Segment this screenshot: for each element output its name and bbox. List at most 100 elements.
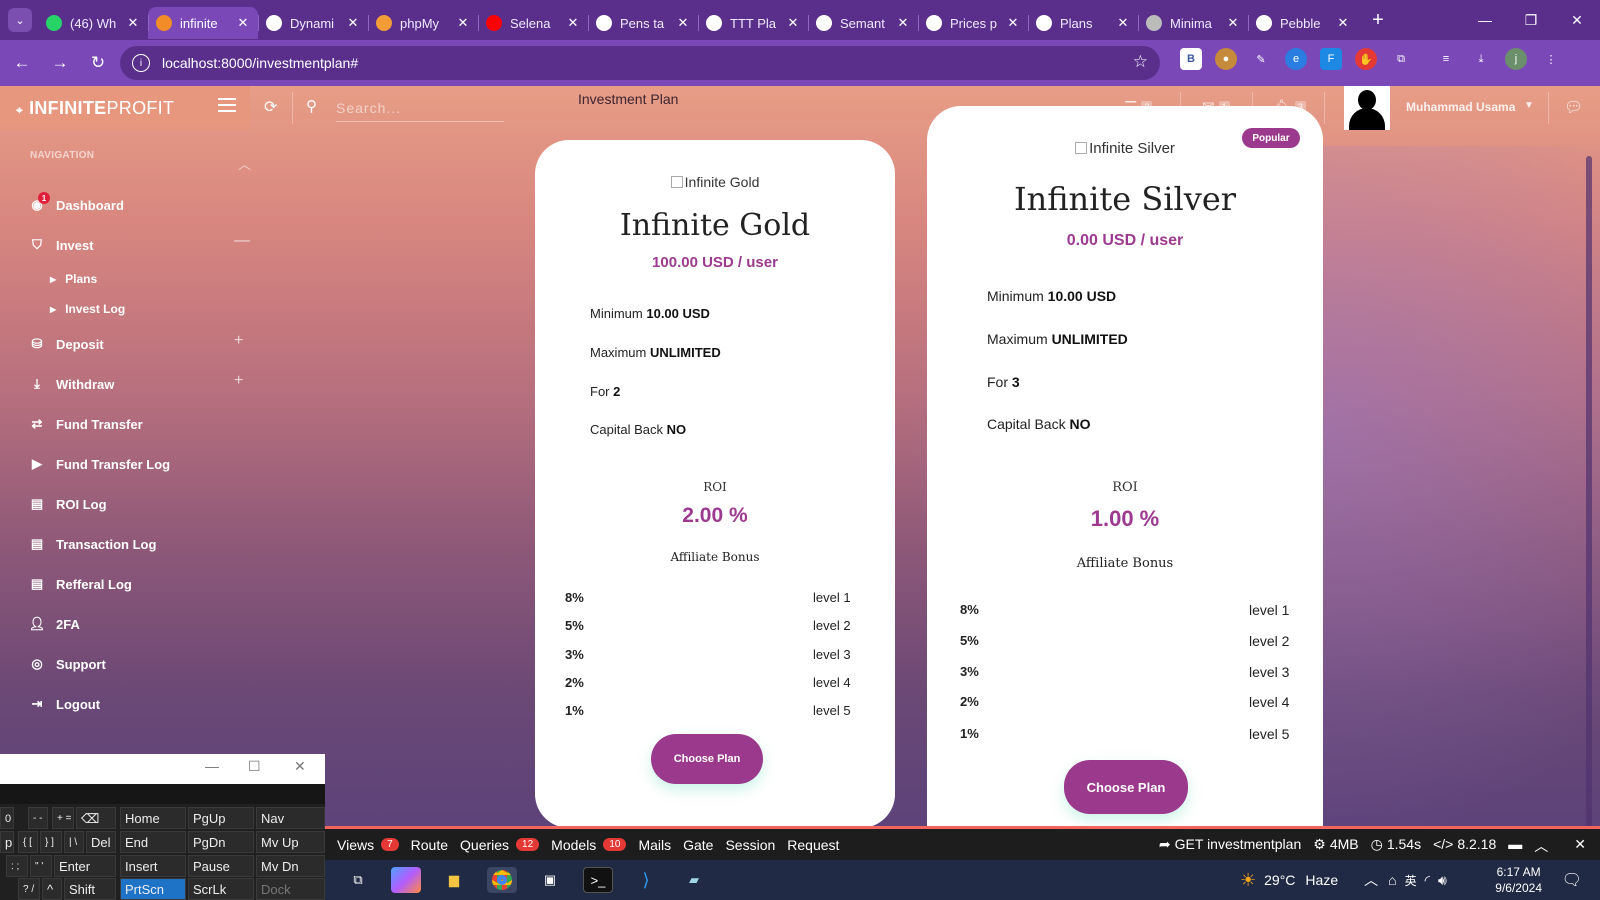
tab-close-icon[interactable]: ✕	[1226, 15, 1240, 31]
font-extension-icon[interactable]: F	[1320, 48, 1342, 70]
extension-b-icon[interactable]: B	[1180, 48, 1202, 70]
debug-request[interactable]: GET investmentplan	[1175, 836, 1302, 856]
tab-close-icon[interactable]: ✕	[346, 15, 360, 31]
weather-desc[interactable]: Haze	[1305, 872, 1338, 888]
extensions-puzzle-icon[interactable]: ⧉	[1390, 48, 1412, 70]
weather-temp[interactable]: 29°C	[1264, 872, 1295, 888]
sidebar-item-fund-transfer[interactable]: ⇄ Fund Transfer	[28, 413, 143, 435]
weather-icon[interactable]: ☀	[1240, 870, 1256, 891]
expand-plus-icon[interactable]: +	[234, 332, 243, 350]
choose-plan-button[interactable]: Choose Plan	[651, 734, 763, 784]
chrome-icon[interactable]	[487, 867, 517, 893]
browser-tab[interactable]: Plans ✕	[1028, 7, 1138, 39]
tab-close-icon[interactable]: ✕	[676, 15, 690, 31]
cookie-extension-icon[interactable]: ●	[1215, 48, 1237, 70]
key-nav[interactable]: Nav	[256, 807, 325, 829]
tab-close-icon[interactable]: ✕	[1336, 15, 1350, 31]
key-move-down[interactable]: Mv Dn	[256, 855, 325, 877]
refresh-icon[interactable]: ⟳	[264, 97, 277, 117]
restore-button[interactable]: ❐	[1508, 0, 1554, 40]
key-pgdn[interactable]: PgDn	[188, 831, 254, 853]
chevron-up-icon[interactable]: ︿	[1534, 836, 1548, 856]
sidebar-item-deposit[interactable]: ⛁ Deposit	[28, 333, 104, 355]
key-del[interactable]: Del	[86, 831, 116, 853]
chat-icon[interactable]: 💬︎	[1564, 98, 1583, 116]
search-input[interactable]	[336, 94, 504, 122]
browser-tab[interactable]: TTT Pla ✕	[698, 7, 808, 39]
debugbar-tab-models[interactable]: Models 10	[551, 837, 627, 853]
tab-close-icon[interactable]: ✕	[1006, 15, 1020, 31]
close-window-button[interactable]: ✕	[1554, 0, 1600, 40]
downloads-icon[interactable]: ⤓	[1470, 48, 1492, 70]
sidebar-item-fund-transfer-log[interactable]: ▶ Fund Transfer Log	[28, 453, 170, 475]
debugbar-tab-route[interactable]: Route	[411, 837, 448, 853]
notepad-icon[interactable]: ▰	[679, 867, 709, 893]
stop-extension-icon[interactable]: ✋	[1355, 48, 1377, 70]
minimize-button[interactable]: —	[1462, 0, 1508, 40]
browser-tab[interactable]: Pebble ✕	[1248, 7, 1358, 39]
key-enter[interactable]: Enter	[54, 855, 116, 877]
camera-icon[interactable]: ⌂	[1388, 872, 1396, 888]
key-minus[interactable]: - -	[28, 807, 48, 829]
bookmark-star-icon[interactable]: ☆	[1133, 52, 1148, 72]
key-dock[interactable]: Dock	[256, 878, 325, 900]
key-prtscn[interactable]: PrtScn	[120, 878, 186, 900]
taskbar-clock[interactable]: 6:17 AM 9/6/2024	[1495, 864, 1542, 896]
browser-tab[interactable]: Selena ✕	[478, 7, 588, 39]
sidebar-item-logout[interactable]: ⇥ Logout	[28, 693, 101, 715]
tab-close-icon[interactable]: ✕	[1116, 15, 1130, 31]
key-arrow-up[interactable]: ^	[42, 878, 62, 900]
browser-tab[interactable]: infinite ✕	[148, 7, 258, 39]
file-explorer-icon[interactable]: ▆	[439, 867, 469, 893]
key-move-up[interactable]: Mv Up	[256, 831, 325, 853]
tab-close-icon[interactable]: ✕	[456, 15, 470, 31]
debugbar-tab-mails[interactable]: Mails	[638, 837, 671, 853]
tray-overflow-chevron-icon[interactable]: ︿	[1364, 870, 1378, 890]
key-bracket-right[interactable]: } ]	[40, 831, 62, 853]
tab-close-icon[interactable]: ✕	[566, 15, 580, 31]
edge-extension-icon[interactable]: e	[1285, 48, 1307, 70]
key-bracket-left[interactable]: { [	[18, 831, 38, 853]
reload-button[interactable]: ↻	[82, 47, 114, 79]
debugbar-tab-views[interactable]: Views 7	[337, 837, 399, 853]
debugbar-close-icon[interactable]: ✕	[1574, 836, 1586, 856]
copilot-icon[interactable]	[391, 867, 421, 893]
alerts-indicator[interactable]: 🔔︎ 3	[1272, 98, 1307, 116]
browser-tab[interactable]: Prices p ✕	[918, 7, 1028, 39]
key-insert[interactable]: Insert	[120, 855, 186, 877]
tab-close-icon[interactable]: ✕	[896, 15, 910, 31]
browser-tab[interactable]: Minima ✕	[1138, 7, 1248, 39]
volume-icon[interactable]: 🔊︎	[1438, 872, 1447, 889]
keyboard-maximize-button[interactable]: ☐	[248, 758, 261, 775]
menu-toggle-icon[interactable]	[218, 98, 236, 112]
key-semicolon[interactable]: : ;	[6, 855, 28, 877]
key-pause[interactable]: Pause	[188, 855, 254, 877]
browser-tab[interactable]: (46) Wh ✕	[38, 7, 148, 39]
key-quote[interactable]: " '	[30, 855, 52, 877]
sidebar-item-transaction-log[interactable]: ▤ Transaction Log	[28, 533, 157, 555]
brand-logo[interactable]: ⌖ INFINITEPROFIT	[16, 98, 174, 119]
sidebar-subitem-plans[interactable]: ▶ Plans	[50, 272, 97, 286]
debugbar-tab-gate[interactable]: Gate	[683, 837, 713, 853]
debugbar-tab-session[interactable]: Session	[725, 837, 775, 853]
browser-tab[interactable]: Semant ✕	[808, 7, 918, 39]
browser-tab[interactable]: Pens ta ✕	[588, 7, 698, 39]
folder-icon[interactable]: ▬	[1508, 836, 1522, 856]
browser-tab[interactable]: phpMy ✕	[368, 7, 478, 39]
mail-indicator[interactable]: ✉ 1	[1202, 98, 1230, 116]
wifi-icon[interactable]: ◜	[1425, 872, 1430, 889]
sidebar-item-refferal-log[interactable]: ▤ Refferal Log	[28, 573, 132, 595]
tab-close-icon[interactable]: ✕	[786, 15, 800, 31]
page-scrollbar[interactable]	[1586, 156, 1592, 846]
url-text[interactable]: localhost:8000/investmentplan#	[162, 55, 358, 71]
key-end[interactable]: End	[120, 831, 186, 853]
user-name[interactable]: Muhammad Usama	[1406, 100, 1515, 114]
tasks-indicator[interactable]: ☰ 2	[1124, 98, 1153, 116]
new-tab-button[interactable]: +	[1366, 9, 1390, 32]
terminal-icon[interactable]: >_	[583, 867, 613, 893]
key-p[interactable]: p	[0, 831, 14, 853]
tab-close-icon[interactable]: ✕	[236, 15, 250, 31]
expand-plus-icon[interactable]: +	[234, 372, 243, 390]
task-view-icon[interactable]: ⧉	[343, 867, 373, 893]
vscode-icon[interactable]: ⟩	[631, 867, 661, 893]
